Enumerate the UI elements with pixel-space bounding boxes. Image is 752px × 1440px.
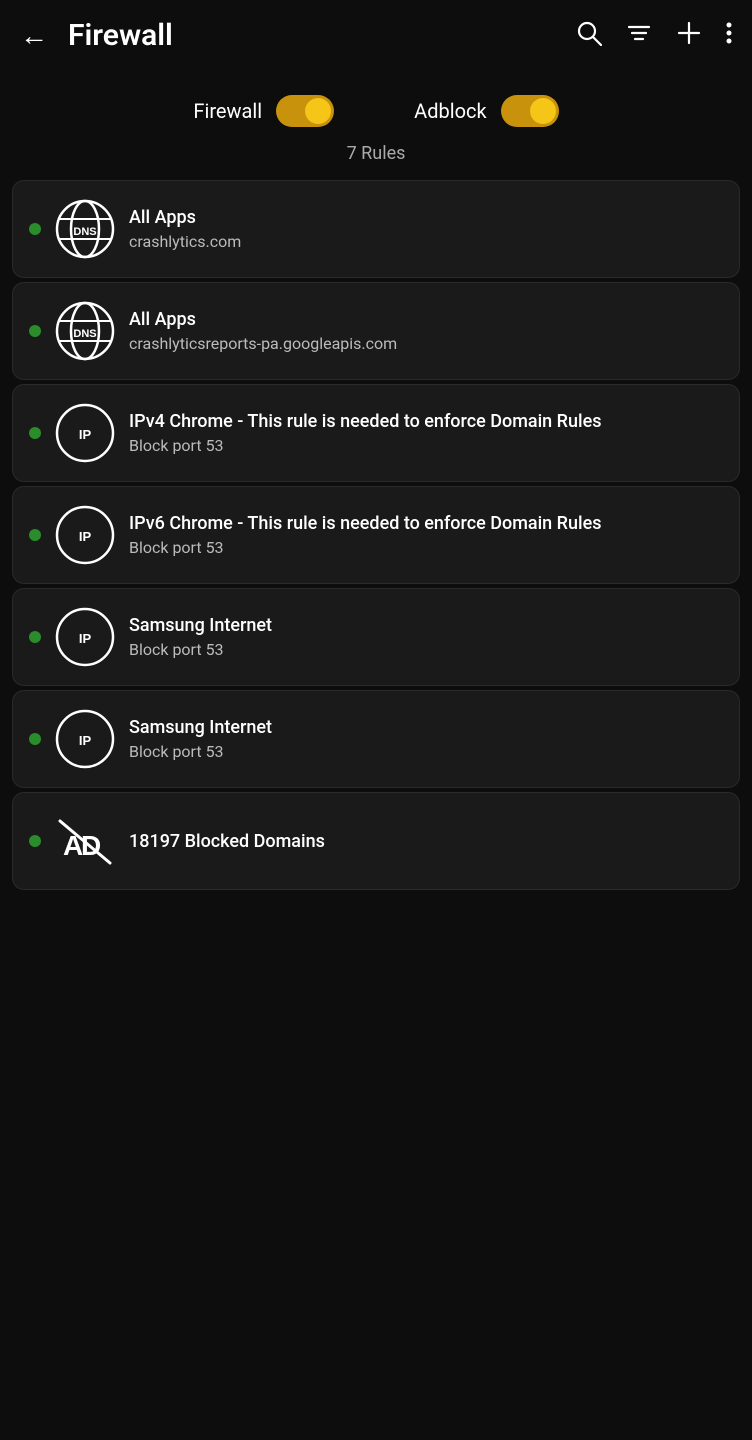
back-button[interactable]: ← xyxy=(20,19,48,52)
rule-subtitle: crashlyticsreports-pa.googleapis.com xyxy=(129,334,397,353)
rule-subtitle: crashlytics.com xyxy=(129,232,241,251)
adblock-toggle-group: Adblock xyxy=(414,95,558,127)
rule-subtitle: Block port 53 xyxy=(129,436,602,455)
ip-icon: IP xyxy=(55,607,115,667)
svg-text:DNS: DNS xyxy=(73,328,96,340)
rule-text: Samsung Internet Block port 53 xyxy=(129,717,272,761)
status-dot xyxy=(29,529,41,541)
adblock-knob xyxy=(530,98,556,124)
adblock-toggle[interactable] xyxy=(501,95,559,127)
add-icon[interactable] xyxy=(676,20,702,52)
rule-title: Samsung Internet xyxy=(129,717,272,738)
svg-text:IP: IP xyxy=(79,631,92,646)
rule-item[interactable]: IP Samsung Internet Block port 53 xyxy=(12,588,740,686)
rule-subtitle: Block port 53 xyxy=(129,742,272,761)
rule-title: All Apps xyxy=(129,309,397,330)
dns-icon: DNS xyxy=(55,301,115,361)
rule-item[interactable]: A D 18197 Blocked Domains xyxy=(12,792,740,890)
status-dot xyxy=(29,733,41,745)
rule-title: IPv4 Chrome - This rule is needed to enf… xyxy=(129,411,602,432)
firewall-label: Firewall xyxy=(193,99,262,123)
rule-text: IPv4 Chrome - This rule is needed to enf… xyxy=(129,411,602,455)
filter-icon[interactable] xyxy=(626,20,652,52)
svg-text:IP: IP xyxy=(79,529,92,544)
rule-text: All Apps crashlyticsreports-pa.googleapi… xyxy=(129,309,397,353)
rule-item[interactable]: IP IPv4 Chrome - This rule is needed to … xyxy=(12,384,740,482)
svg-text:IP: IP xyxy=(79,427,92,442)
header: ← Firewall xyxy=(0,0,752,71)
page-title: Firewall xyxy=(68,18,564,53)
rule-title: 18197 Blocked Domains xyxy=(129,831,325,852)
rule-text: IPv6 Chrome - This rule is needed to enf… xyxy=(129,513,602,557)
header-icons xyxy=(576,20,732,52)
rule-text: 18197 Blocked Domains xyxy=(129,831,325,852)
rule-item[interactable]: IP IPv6 Chrome - This rule is needed to … xyxy=(12,486,740,584)
status-dot xyxy=(29,835,41,847)
rule-item[interactable]: DNS All Apps crashlyticsreports-pa.googl… xyxy=(12,282,740,380)
ip-icon: IP xyxy=(55,403,115,463)
ip-icon: IP xyxy=(55,505,115,565)
more-options-icon[interactable] xyxy=(726,21,732,51)
svg-text:IP: IP xyxy=(79,733,92,748)
ip-icon: IP xyxy=(55,709,115,769)
svg-text:DNS: DNS xyxy=(73,226,96,238)
dns-icon: DNS xyxy=(55,199,115,259)
status-dot xyxy=(29,223,41,235)
rule-subtitle: Block port 53 xyxy=(129,538,602,557)
toggles-row: Firewall Adblock xyxy=(0,71,752,135)
search-icon[interactable] xyxy=(576,20,602,52)
rule-item[interactable]: DNS All Apps crashlytics.com xyxy=(12,180,740,278)
rule-text: Samsung Internet Block port 53 xyxy=(129,615,272,659)
status-dot xyxy=(29,427,41,439)
rule-title: Samsung Internet xyxy=(129,615,272,636)
rules-list: DNS All Apps crashlytics.com DNS All App… xyxy=(0,180,752,890)
rule-title: IPv6 Chrome - This rule is needed to enf… xyxy=(129,513,602,534)
rule-item[interactable]: IP Samsung Internet Block port 53 xyxy=(12,690,740,788)
rule-subtitle: Block port 53 xyxy=(129,640,272,659)
firewall-toggle[interactable] xyxy=(276,95,334,127)
status-dot xyxy=(29,325,41,337)
rules-count: 7 Rules xyxy=(0,135,752,180)
status-dot xyxy=(29,631,41,643)
firewall-toggle-group: Firewall xyxy=(193,95,334,127)
adblock-label: Adblock xyxy=(414,99,486,123)
rule-title: All Apps xyxy=(129,207,241,228)
ad-icon: A D xyxy=(55,811,115,871)
firewall-knob xyxy=(305,98,331,124)
rule-text: All Apps crashlytics.com xyxy=(129,207,241,251)
